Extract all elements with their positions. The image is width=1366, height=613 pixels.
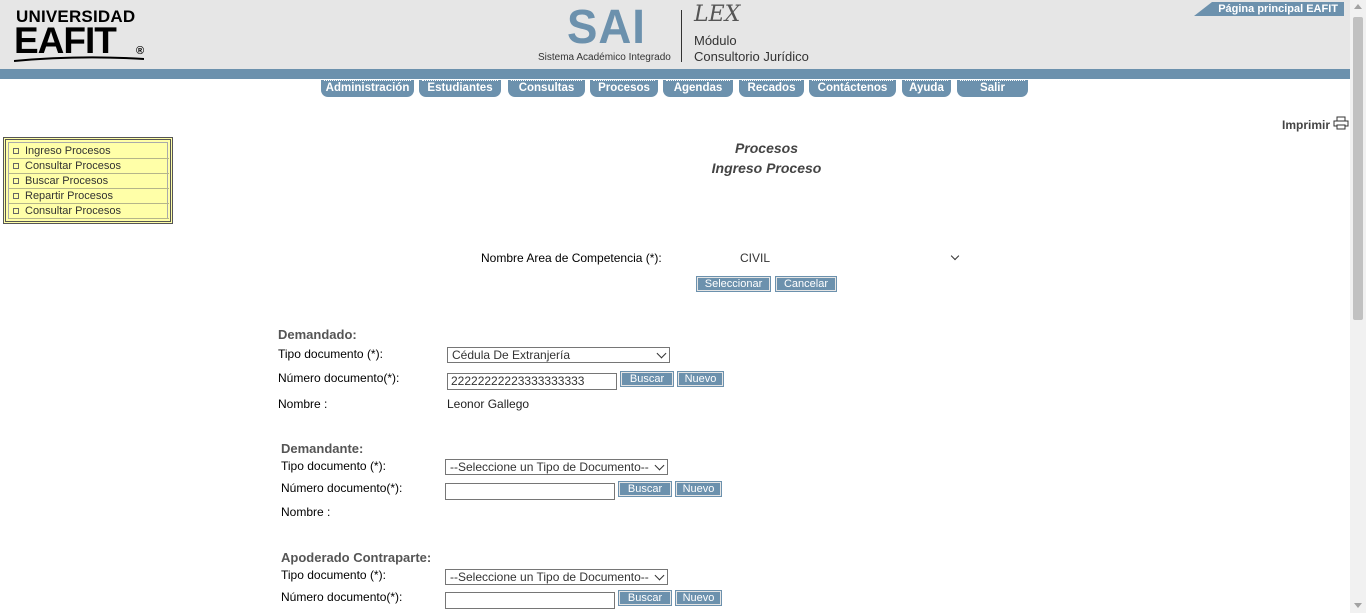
eafit-logo[interactable]: UNIVERSIDAD EAFIT ® xyxy=(14,5,154,65)
cancel-button[interactable]: Cancelar xyxy=(775,276,837,292)
apoderado-doc-number-input[interactable] xyxy=(445,592,615,609)
chevron-down-icon xyxy=(654,570,665,581)
demandante-doc-type-label: Tipo documento (*): xyxy=(281,459,386,473)
sai-subtitle: Sistema Académico Integrado xyxy=(538,52,671,63)
demandante-name-label: Nombre : xyxy=(281,505,331,519)
demandado-doc-number-input[interactable]: 22222222223333333333 xyxy=(447,373,617,390)
area-select-value: CIVIL xyxy=(740,251,771,265)
apoderado-doc-type-select[interactable]: --Seleccione un Tipo de Documento-- xyxy=(445,569,668,585)
nav-item-salir[interactable]: Salir xyxy=(957,80,1028,97)
logo-eafit-text: EAFIT xyxy=(14,20,117,61)
nav-item-recados[interactable]: Recados xyxy=(739,80,804,97)
apoderado-heading: Apoderado Contraparte: xyxy=(281,550,432,565)
demandado-doc-type-label: Tipo documento (*): xyxy=(278,347,383,361)
logo-swoosh-icon xyxy=(14,56,144,62)
header-divider xyxy=(681,10,682,62)
select-area-button[interactable]: Seleccionar xyxy=(696,276,771,292)
side-item-repartir-procesos[interactable]: Repartir Procesos xyxy=(9,189,169,204)
side-item-label: Repartir Procesos xyxy=(25,190,114,202)
nav-item-contactenos[interactable]: Contáctenos xyxy=(809,80,896,97)
header-bar: UNIVERSIDAD EAFIT ® SAI Sistema Académic… xyxy=(0,0,1350,69)
side-item-label: Buscar Procesos xyxy=(25,175,109,187)
side-item-label: Consultar Procesos xyxy=(25,205,121,217)
lex-logo: LEX xyxy=(694,2,741,27)
demandado-name-value: Leonor Gallego xyxy=(447,397,530,411)
chevron-down-icon xyxy=(654,460,665,471)
demandado-search-button[interactable]: Buscar xyxy=(620,371,674,387)
printer-icon[interactable] xyxy=(1333,116,1349,130)
demandado-doc-type-value: Cédula De Extranjería xyxy=(452,348,571,362)
nav-item-ayuda[interactable]: Ayuda xyxy=(902,80,951,97)
apoderado-doc-number-label: Número documento(*): xyxy=(281,590,403,604)
nav-item-administracion[interactable]: Administración xyxy=(321,80,414,97)
demandado-doc-type-select[interactable]: Cédula De Extranjería xyxy=(447,347,670,363)
page-title: Procesos xyxy=(734,140,799,156)
side-item-buscar-procesos[interactable]: Buscar Procesos xyxy=(9,174,169,189)
demandante-doc-type-select[interactable]: --Seleccione un Tipo de Documento-- xyxy=(445,459,668,475)
apoderado-new-button[interactable]: Nuevo xyxy=(675,590,722,606)
nav-item-agendas[interactable]: Agendas xyxy=(663,80,733,97)
sai-logo: SAI xyxy=(567,1,646,54)
chevron-down-icon xyxy=(656,348,667,359)
scroll-up-icon[interactable] xyxy=(1354,4,1362,9)
side-item-consultar-procesos-2[interactable]: Consultar Procesos xyxy=(9,204,169,219)
demandado-doc-number-label: Número documento(*): xyxy=(278,371,400,385)
demandante-new-button[interactable]: Nuevo xyxy=(675,481,722,497)
header-blue-strip xyxy=(0,69,1350,79)
area-label: Nombre Area de Competencia (*): xyxy=(481,251,662,265)
module-label: Módulo xyxy=(694,33,737,48)
home-link[interactable]: Página principal EAFIT xyxy=(1194,2,1344,16)
home-link-label: Página principal EAFIT xyxy=(1218,3,1338,15)
demandante-doc-type-value: --Seleccione un Tipo de Documento-- xyxy=(450,460,649,474)
demandante-doc-number-label: Número documento(*): xyxy=(281,481,403,495)
apoderado-doc-type-value: --Seleccione un Tipo de Documento-- xyxy=(450,570,649,584)
demandante-search-button[interactable]: Buscar xyxy=(618,481,672,497)
nav-item-consultas[interactable]: Consultas xyxy=(508,80,585,97)
page-subtitle: Ingreso Proceso xyxy=(711,160,822,176)
module-name: Consultorio Jurídico xyxy=(694,49,809,64)
demandado-new-button[interactable]: Nuevo xyxy=(677,371,724,387)
demandado-heading: Demandado: xyxy=(278,327,357,342)
bullet-icon xyxy=(13,178,19,184)
vertical-scrollbar[interactable] xyxy=(1350,0,1366,613)
demandante-doc-number-input[interactable] xyxy=(445,483,615,500)
bullet-icon xyxy=(13,193,19,199)
apoderado-doc-type-label: Tipo documento (*): xyxy=(281,568,386,582)
scrollbar-thumb[interactable] xyxy=(1353,17,1363,320)
bullet-icon xyxy=(13,208,19,214)
demandante-heading: Demandante: xyxy=(281,441,364,456)
nav-item-procesos[interactable]: Procesos xyxy=(590,80,658,97)
nav-item-estudiantes[interactable]: Estudiantes xyxy=(419,80,501,97)
apoderado-search-button[interactable]: Buscar xyxy=(618,590,672,606)
area-select[interactable]: CIVIL xyxy=(740,251,962,265)
demandado-name-label: Nombre : xyxy=(278,397,328,411)
scroll-down-icon[interactable] xyxy=(1354,603,1362,608)
chevron-down-icon xyxy=(950,251,960,261)
print-link[interactable]: Imprimir xyxy=(1282,118,1330,132)
